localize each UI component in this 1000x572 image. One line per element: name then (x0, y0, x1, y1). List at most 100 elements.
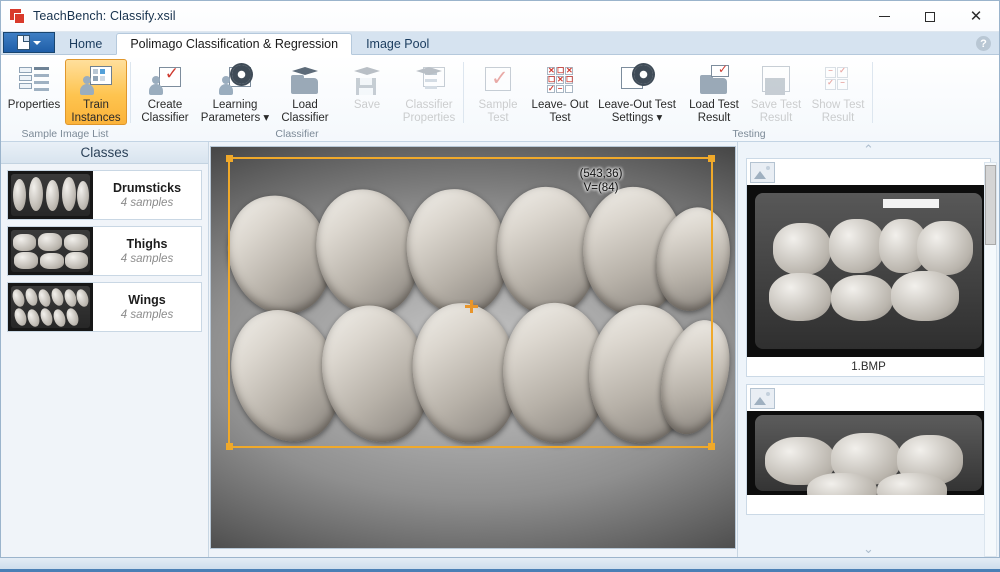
pool-card-header (747, 159, 990, 185)
ribbon-group-label: Sample Image List (21, 128, 109, 140)
show-test-result-icon: − ✓ ✓ − (822, 64, 854, 96)
ribbon-group-sample-image-list: Properties Train Instances Sample Image … (3, 55, 127, 141)
crosshair-marker (465, 300, 478, 313)
title-bar: TeachBench: Classify.xsil ✕ (1, 1, 999, 32)
image-thumbnail-icon (750, 161, 775, 183)
class-title: Wings (128, 293, 166, 307)
sample-test-icon: ✓ (482, 64, 514, 96)
pool-card-image[interactable] (747, 185, 990, 357)
class-info: Wings 4 samples (93, 283, 201, 331)
class-sample-count: 4 samples (120, 197, 174, 209)
class-item-drumsticks[interactable]: Drumsticks 4 samples (7, 170, 202, 220)
pool-card-header (747, 385, 990, 411)
ribbon-button-label: Train Instances (71, 99, 121, 124)
ribbon-button-leave-out-test-settings[interactable]: Leave-Out Test Settings ▾ (591, 59, 683, 125)
class-item-wings[interactable]: Wings 4 samples (7, 282, 202, 332)
pool-card-image[interactable] (747, 411, 990, 495)
coordinate-readout: (543,36) V=(84) (579, 168, 623, 194)
selection-handle-tr[interactable] (708, 155, 715, 162)
pool-scroll-up-button[interactable]: ⌃ (738, 142, 999, 158)
ribbon-group-label: Testing (732, 128, 766, 140)
class-thumbnail (8, 227, 93, 275)
minimize-button[interactable] (861, 1, 907, 32)
save-test-result-icon (760, 64, 792, 96)
ribbon-tab-strip: Home Polimago Classification & Regressio… (1, 32, 999, 55)
save-classifier-icon (351, 64, 383, 96)
ribbon-group-classifier: ✓ Create Classifier Learning Parameters … (134, 55, 460, 141)
image-pool-panel: ⌃ 1.BMP ⌄ (737, 142, 999, 557)
ribbon-button-label: Leave- Out Test (531, 99, 589, 124)
maximize-button[interactable] (907, 1, 953, 32)
ribbon-separator (463, 62, 464, 123)
ribbon-button-classifier-properties[interactable]: Classifier Properties (398, 59, 460, 125)
pool-card-caption (747, 495, 990, 514)
application-window: TeachBench: Classify.xsil ✕ Home Polimag… (0, 0, 1000, 558)
tab-polimago-classification-regression[interactable]: Polimago Classification & Regression (116, 33, 353, 55)
ribbon-button-train-instances[interactable]: Train Instances (65, 59, 127, 125)
classes-panel-header: Classes (1, 142, 208, 164)
classifier-properties-icon (413, 64, 445, 96)
ribbon-button-label: Learning Parameters ▾ (200, 99, 270, 124)
create-classifier-icon: ✓ (149, 64, 181, 96)
classes-list: Drumsticks 4 samples Thighs 4 samples Wi… (1, 164, 208, 338)
properties-list-icon (18, 64, 50, 96)
load-classifier-icon (289, 64, 321, 96)
file-menu-button[interactable] (3, 32, 55, 53)
class-title: Thighs (126, 237, 168, 251)
train-instances-icon (80, 64, 112, 96)
pool-card[interactable] (746, 384, 991, 515)
class-sample-count: 4 samples (120, 253, 174, 265)
ribbon-button-properties[interactable]: Properties (3, 59, 65, 125)
ribbon-button-load-classifier[interactable]: Load Classifier (274, 59, 336, 125)
ribbon-button-label: Leave-Out Test Settings ▾ (598, 99, 676, 124)
document-icon (17, 35, 30, 50)
chevron-down-icon (33, 40, 41, 45)
selection-handle-br[interactable] (708, 443, 715, 450)
ribbon-button-label: Load Test Result (689, 99, 739, 124)
ribbon-button-load-test-result[interactable]: ✓ Load Test Result (683, 59, 745, 125)
ribbon-group-label: Classifier (275, 128, 319, 140)
window-controls: ✕ (861, 1, 999, 32)
selection-handle-bl[interactable] (226, 443, 233, 450)
ribbon-separator (872, 62, 873, 123)
tab-home[interactable]: Home (55, 33, 116, 54)
pool-scrollbar[interactable] (984, 162, 997, 557)
ribbon-button-show-test-result[interactable]: − ✓ ✓ − Show Test Result (807, 59, 869, 125)
pool-card-caption: 1.BMP (851, 360, 886, 373)
ribbon-button-label: Create Classifier (141, 99, 189, 124)
close-button[interactable]: ✕ (953, 1, 999, 32)
image-thumbnail-icon (750, 387, 775, 409)
load-test-result-icon: ✓ (698, 63, 730, 96)
ribbon-button-label: Classifier Properties (402, 99, 456, 124)
classes-panel: Classes Drumsticks 4 samples Thighs 4 sa… (1, 142, 209, 557)
ribbon-button-label: Save (353, 99, 381, 111)
learning-parameters-icon (219, 64, 251, 96)
help-icon[interactable]: ? (976, 36, 991, 51)
class-sample-count: 4 samples (120, 309, 174, 321)
pool-card[interactable]: 1.BMP (746, 158, 991, 377)
window-title: TeachBench: Classify.xsil (33, 9, 176, 23)
image-canvas[interactable]: (543,36) V=(84) Add Image Drumsticks Cre… (210, 146, 736, 549)
ribbon-button-save-test-result[interactable]: Save Test Result (745, 59, 807, 125)
leave-out-test-icon: ✕ ☐ ✕ ☐ ✕ ☐ ✓ − (547, 66, 574, 93)
pool-scroll-down-button[interactable]: ⌄ (738, 541, 999, 557)
ribbon-button-label: Show Test Result (811, 99, 865, 124)
ribbon-button-sample-test[interactable]: ✓ Sample Test (467, 59, 529, 125)
image-pool-list: 1.BMP (738, 158, 999, 541)
ribbon-button-learning-parameters[interactable]: Learning Parameters ▾ (196, 59, 274, 125)
class-item-thighs[interactable]: Thighs 4 samples (7, 226, 202, 276)
class-info: Thighs 4 samples (93, 227, 201, 275)
tab-image-pool[interactable]: Image Pool (352, 33, 443, 54)
ribbon-button-leave-out-test[interactable]: ✕ ☐ ✕ ☐ ✕ ☐ ✓ − Leave- Out Test (529, 59, 591, 125)
selection-handle-tl[interactable] (226, 155, 233, 162)
ribbon-button-save-classifier[interactable]: Save (336, 59, 398, 125)
app-logo-icon (10, 8, 25, 24)
main-body: Classes Drumsticks 4 samples Thighs 4 sa… (1, 142, 999, 557)
ribbon-separator (130, 62, 131, 123)
ribbon-group-testing: ✓ Sample Test ✕ ☐ ✕ ☐ ✕ ☐ ✓ − Leave- Out Test (467, 55, 869, 141)
ribbon-button-label: Save Test Result (750, 99, 802, 124)
pool-scrollbar-thumb[interactable] (985, 165, 996, 245)
class-info: Drumsticks 4 samples (93, 171, 201, 219)
ribbon-button-create-classifier[interactable]: ✓ Create Classifier (134, 59, 196, 125)
ribbon-toolbar: Properties Train Instances Sample Image … (1, 55, 999, 142)
